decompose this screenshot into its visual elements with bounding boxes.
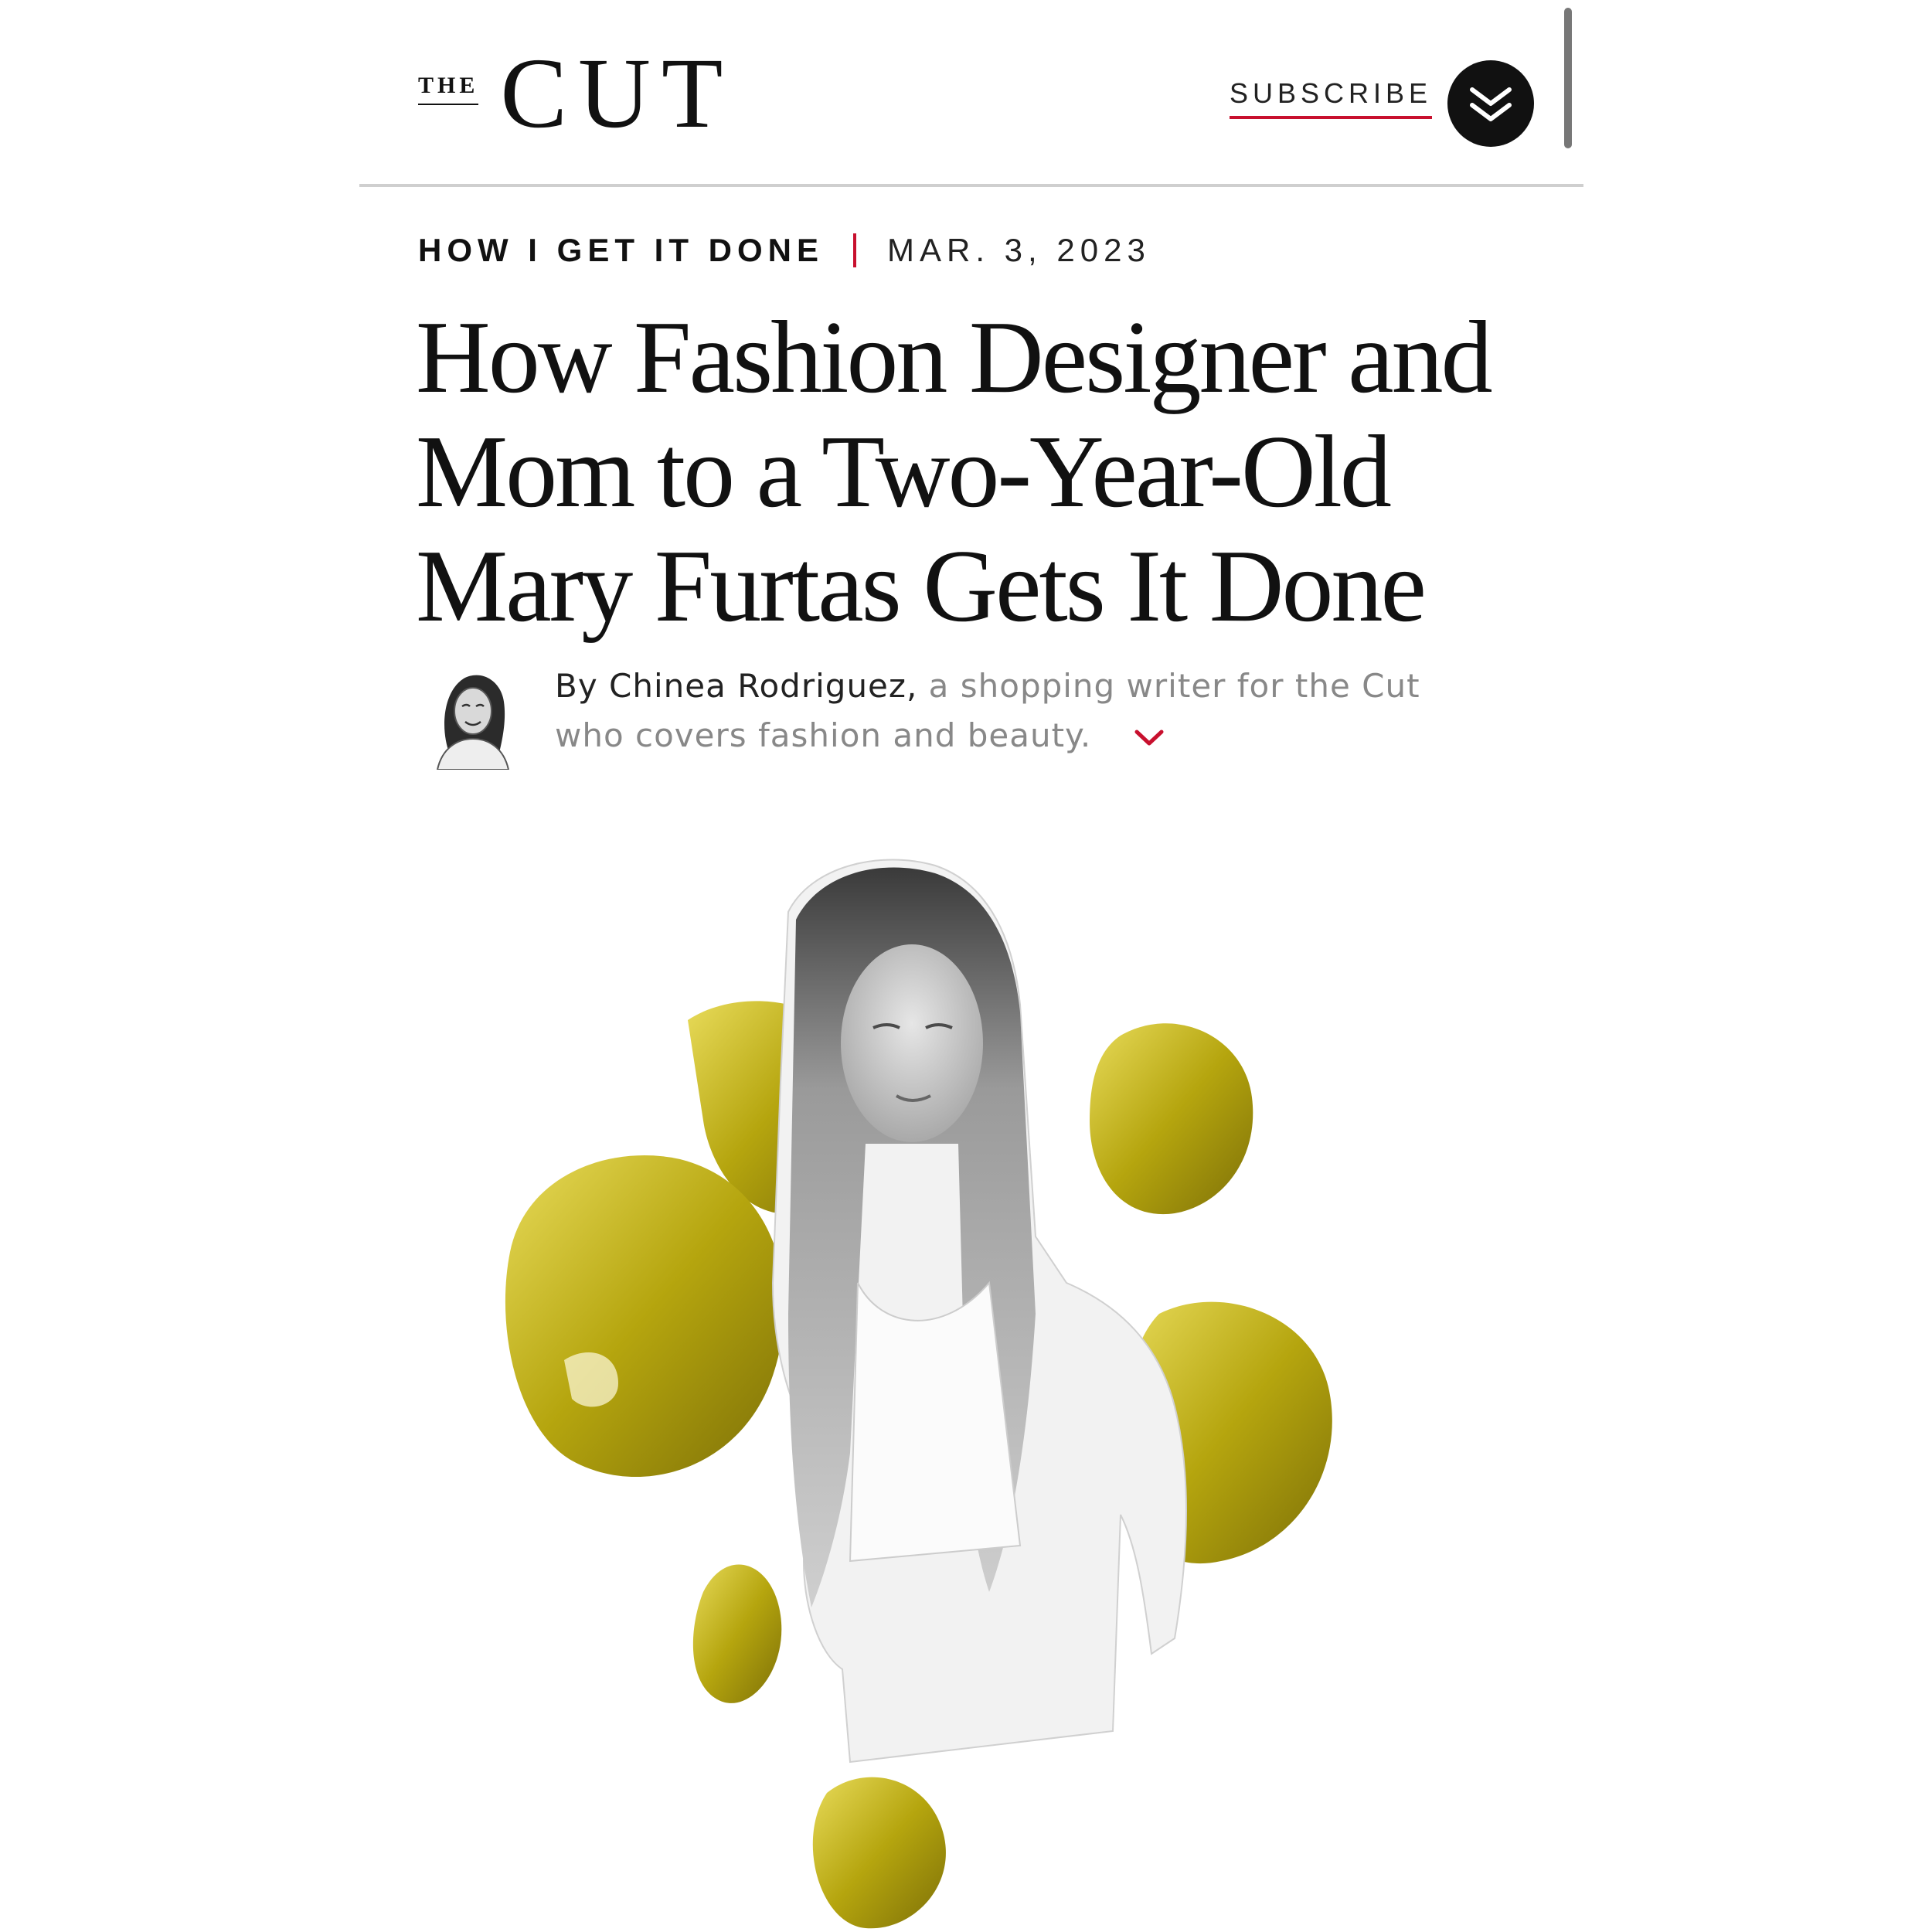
- header-divider: [359, 184, 1583, 187]
- author-name-link[interactable]: Chinea Rodriguez,: [609, 667, 917, 705]
- article-rubric: HOW I GET IT DONE MAR. 3, 2023: [418, 232, 1151, 269]
- headline-line: Mary Furtas Gets It Done: [416, 529, 1427, 643]
- author-bio-line2: who covers fashion and beauty.: [555, 716, 1092, 754]
- headline-line: How Fashion Designer and: [416, 300, 1493, 414]
- menu-button[interactable]: [1447, 60, 1534, 147]
- rubric-tag[interactable]: HOW I GET IT DONE: [418, 232, 824, 269]
- the-cut-logo[interactable]: THE CUT: [418, 38, 734, 149]
- article-date: MAR. 3, 2023: [887, 232, 1151, 268]
- byline-text: By Chinea Rodriguez, a shopping writer f…: [555, 662, 1544, 760]
- article-headline: How Fashion Designer and Mom to a Two-Ye…: [416, 300, 1575, 643]
- rubric-separator: [853, 233, 856, 267]
- byline: By Chinea Rodriguez, a shopping writer f…: [427, 662, 1547, 777]
- logo-cut: CUT: [500, 38, 734, 149]
- subscribe-link[interactable]: SUBSCRIBE: [1230, 77, 1433, 119]
- portrait-cutout: [771, 859, 1187, 1764]
- byline-prefix: By: [555, 667, 598, 705]
- chevron-down-icon[interactable]: [1134, 728, 1165, 748]
- author-avatar[interactable]: [427, 662, 518, 770]
- double-chevron-down-icon: [1470, 87, 1512, 121]
- author-bio-line1: a shopping writer for the Cut: [928, 667, 1420, 705]
- hero-image: [505, 859, 1332, 1929]
- scrollbar[interactable]: [1564, 8, 1572, 148]
- headline-line: Mom to a Two-Year-Old: [416, 414, 1392, 529]
- site-header: THE CUT SUBSCRIBE: [359, 0, 1584, 185]
- logo-the: THE: [418, 73, 479, 105]
